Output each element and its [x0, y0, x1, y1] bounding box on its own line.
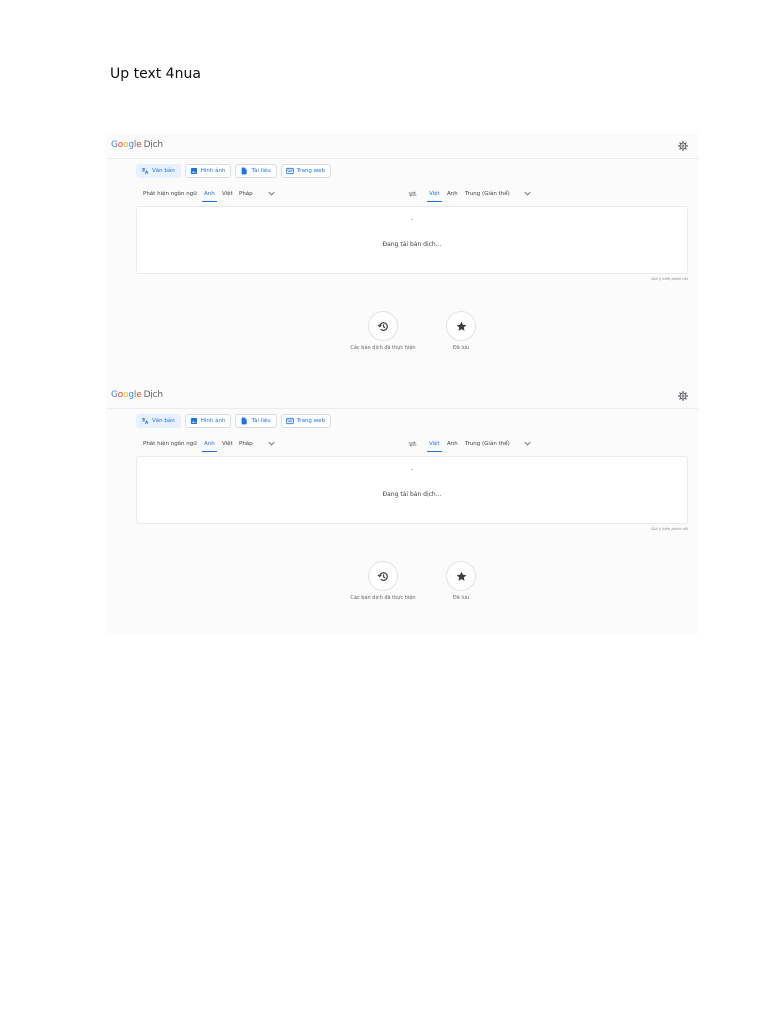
- mode-tabs: Văn bản Hình ảnh Tài liệu Trang web: [136, 414, 332, 428]
- swap-languages-icon[interactable]: [408, 441, 417, 447]
- gear-icon[interactable]: [678, 391, 688, 401]
- source-lang-english[interactable]: Anh: [202, 441, 217, 452]
- translation-panel[interactable]: - Đang tải bản dịch...: [136, 456, 688, 524]
- mode-text-button[interactable]: Văn bản: [136, 414, 181, 428]
- mode-document-button[interactable]: Tài liệu: [235, 164, 277, 178]
- history-button[interactable]: Các bản dịch đã thực hiện: [343, 561, 423, 601]
- language-bar: Phát hiện ngôn ngữ Anh Việt Pháp Việt An…: [136, 187, 688, 205]
- saved-button[interactable]: Đã lưu: [421, 311, 501, 351]
- translate-icon: [142, 418, 149, 425]
- feedback-link[interactable]: Gửi ý kiến phản hồi: [651, 526, 688, 531]
- chevron-down-icon[interactable]: [524, 191, 531, 196]
- translate-icon: [142, 168, 149, 175]
- screenshot-2: Google Dịch Văn bản Hình ảnh Tài liệu Tr…: [106, 383, 698, 633]
- source-lang-french[interactable]: Pháp: [239, 441, 253, 447]
- source-lang-english[interactable]: Anh: [202, 191, 217, 202]
- feedback-link[interactable]: Gửi ý kiến phản hồi: [651, 276, 688, 281]
- web-icon: [286, 417, 294, 425]
- document-icon: [242, 417, 248, 425]
- saved-circle[interactable]: [446, 311, 476, 341]
- mode-label: Văn bản: [152, 168, 175, 174]
- mode-text-button[interactable]: Văn bản: [136, 164, 181, 178]
- mode-image-button[interactable]: Hình ảnh: [184, 414, 232, 428]
- mode-label: Tài liệu: [251, 418, 271, 424]
- source-lang-french[interactable]: Pháp: [239, 191, 253, 197]
- mode-label: Tài liệu: [251, 168, 271, 174]
- action-label: Đã lưu: [452, 345, 470, 351]
- source-lang-detect[interactable]: Phát hiện ngôn ngữ: [143, 441, 197, 447]
- mode-website-button[interactable]: Trang web: [280, 414, 332, 428]
- mode-website-button[interactable]: Trang web: [280, 164, 332, 178]
- mode-tabs: Văn bản Hình ảnh Tài liệu Trang web: [136, 164, 332, 178]
- image-icon: [190, 418, 197, 424]
- history-icon: [377, 571, 388, 581]
- google-translate-logo[interactable]: Google Dịch: [111, 140, 163, 150]
- chevron-down-icon[interactable]: [524, 441, 531, 446]
- mode-label: Hình ảnh: [200, 168, 226, 174]
- chevron-down-icon[interactable]: [268, 441, 275, 446]
- target-lang-chinese[interactable]: Trung (Giản thể): [465, 191, 510, 197]
- gear-icon[interactable]: [678, 141, 688, 151]
- action-label: Đã lưu: [452, 595, 470, 601]
- star-icon: [456, 571, 466, 581]
- star-icon: [456, 321, 466, 331]
- loading-indicator: -: [410, 216, 414, 223]
- mode-label: Trang web: [296, 168, 326, 174]
- source-lang-vietnamese[interactable]: Việt: [222, 441, 233, 447]
- mode-image-button[interactable]: Hình ảnh: [184, 164, 232, 178]
- loading-text: Đang tải bản dịch...: [382, 241, 442, 248]
- mode-document-button[interactable]: Tài liệu: [235, 414, 277, 428]
- target-lang-chinese[interactable]: Trung (Giản thể): [465, 441, 510, 447]
- translate-header: Google Dịch: [106, 383, 698, 409]
- image-icon: [190, 168, 197, 174]
- google-translate-logo[interactable]: Google Dịch: [111, 390, 163, 400]
- target-lang-vietnamese[interactable]: Việt: [427, 441, 442, 452]
- translation-panel[interactable]: - Đang tải bản dịch...: [136, 206, 688, 274]
- web-icon: [286, 167, 294, 175]
- target-lang-english[interactable]: Anh: [447, 441, 458, 447]
- source-lang-detect[interactable]: Phát hiện ngôn ngữ: [143, 191, 197, 197]
- history-button[interactable]: Các bản dịch đã thực hiện: [343, 311, 423, 351]
- history-circle[interactable]: [368, 561, 398, 591]
- chevron-down-icon[interactable]: [268, 191, 275, 196]
- action-label: Các bản dịch đã thực hiện: [350, 345, 416, 351]
- history-icon: [377, 321, 388, 331]
- saved-circle[interactable]: [446, 561, 476, 591]
- swap-languages-icon[interactable]: [408, 191, 417, 197]
- loading-indicator: -: [410, 466, 414, 473]
- screenshot-1: Google Dịch Văn bản Hình ảnh Tài liệu Tr…: [106, 133, 698, 383]
- language-bar: Phát hiện ngôn ngữ Anh Việt Pháp Việt An…: [136, 437, 688, 455]
- action-label: Các bản dịch đã thực hiện: [350, 595, 416, 601]
- document-icon: [242, 167, 248, 175]
- source-lang-vietnamese[interactable]: Việt: [222, 191, 233, 197]
- mode-label: Trang web: [296, 418, 326, 424]
- translate-header: Google Dịch: [106, 133, 698, 159]
- mode-label: Văn bản: [152, 418, 175, 424]
- target-lang-english[interactable]: Anh: [447, 191, 458, 197]
- loading-text: Đang tải bản dịch...: [382, 491, 442, 498]
- document-heading: Up text 4nua: [110, 66, 201, 82]
- history-circle[interactable]: [368, 311, 398, 341]
- saved-button[interactable]: Đã lưu: [421, 561, 501, 601]
- target-lang-vietnamese[interactable]: Việt: [427, 191, 442, 202]
- mode-label: Hình ảnh: [200, 418, 226, 424]
